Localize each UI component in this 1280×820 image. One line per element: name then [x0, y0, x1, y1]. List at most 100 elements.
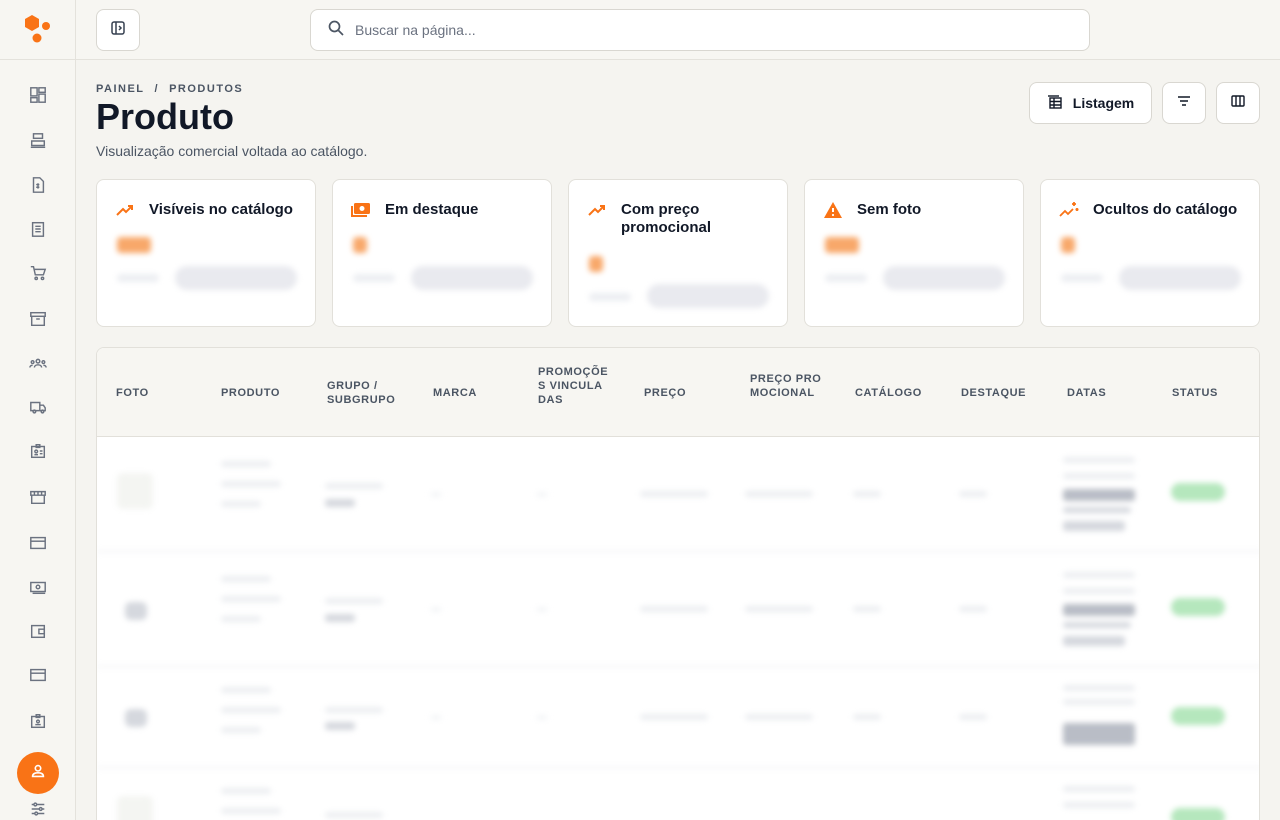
store-icon[interactable] — [28, 487, 48, 507]
dates-placeholder — [1063, 473, 1135, 479]
column-header-foto[interactable]: FOTO — [116, 386, 149, 400]
product-name-placeholder — [221, 596, 281, 602]
truck-icon[interactable] — [28, 397, 48, 417]
user-icon — [29, 762, 47, 785]
featured-placeholder — [959, 491, 987, 497]
breadcrumb-item-produtos[interactable]: PRODUTOS — [169, 83, 243, 95]
table-row[interactable] — [97, 552, 1259, 667]
users-icon[interactable] — [28, 353, 48, 373]
product-name-placeholder — [221, 616, 261, 622]
dates-placeholder — [1063, 489, 1135, 501]
column-header-preco-promocional[interactable]: PREÇO PROMOCIONAL — [750, 372, 822, 400]
card-icon[interactable] — [28, 533, 48, 553]
status-badge — [1171, 808, 1225, 820]
column-header-produto[interactable]: PRODUTO — [221, 386, 280, 400]
filter-button[interactable] — [1162, 82, 1206, 124]
wallet-icon[interactable] — [28, 621, 48, 641]
group-placeholder — [325, 812, 383, 818]
breadcrumb-item-painel[interactable]: PAINEL — [96, 83, 145, 95]
dates-placeholder — [1063, 604, 1135, 616]
topbar — [76, 0, 1280, 60]
app-logo[interactable] — [24, 14, 52, 44]
stat-card-caption — [589, 293, 631, 301]
table-header: FOTO PRODUTO GRUPO / SUBGRUPO MARCA PROM… — [97, 348, 1259, 437]
products-table: FOTO PRODUTO GRUPO / SUBGRUPO MARCA PROM… — [96, 347, 1260, 820]
table-row[interactable] — [97, 437, 1259, 552]
sidebar-toggle-button[interactable] — [96, 9, 140, 51]
product-name-placeholder — [221, 576, 271, 582]
credit-card-icon[interactable] — [28, 665, 48, 685]
status-badge — [1171, 598, 1225, 616]
column-header-preco[interactable]: PREÇO — [644, 386, 686, 400]
search-bar[interactable] — [310, 9, 1090, 51]
search-input[interactable] — [355, 22, 1035, 38]
cart-icon[interactable] — [28, 263, 48, 283]
stat-card-caption — [825, 274, 867, 282]
settings-sliders-icon[interactable] — [28, 799, 48, 819]
table-row[interactable] — [97, 667, 1259, 768]
product-name-placeholder — [221, 481, 281, 487]
status-badge — [1171, 483, 1225, 501]
sparkle-chart-icon — [1059, 200, 1081, 220]
stat-card-value — [589, 256, 603, 272]
money-stack-icon — [351, 200, 373, 220]
dashboard-icon[interactable] — [28, 85, 48, 105]
breadcrumb: PAINEL / PRODUTOS — [96, 83, 243, 95]
sidebar-toggle-icon — [110, 20, 126, 41]
status-badge — [1171, 707, 1225, 725]
page-subtitle: Visualização comercial voltada ao catálo… — [96, 143, 368, 159]
product-name-placeholder — [221, 501, 261, 507]
stat-card-pill — [883, 266, 1005, 290]
table-list-icon — [1047, 94, 1063, 113]
column-header-grupo[interactable]: GRUPO / SUBGRUPO — [327, 379, 407, 407]
stat-card-title: Visíveis no catálogo — [149, 201, 293, 218]
dates-placeholder — [1063, 588, 1135, 594]
product-name-placeholder — [221, 687, 271, 693]
columns-icon — [1230, 93, 1246, 114]
stat-card-value — [353, 237, 367, 253]
dates-placeholder — [1063, 786, 1135, 792]
column-header-destaque[interactable]: DESTAQUE — [961, 386, 1026, 400]
id-badge-icon[interactable] — [28, 441, 48, 461]
product-photo — [125, 602, 147, 620]
table-row[interactable] — [97, 768, 1259, 820]
dates-placeholder — [1063, 685, 1135, 691]
breadcrumb-separator: / — [154, 83, 160, 95]
product-name-placeholder — [221, 707, 281, 713]
product-photo — [117, 473, 153, 509]
listagem-label: Listagem — [1072, 95, 1135, 111]
dates-placeholder — [1063, 723, 1135, 745]
invoice-icon[interactable] — [28, 175, 48, 195]
stat-card-title: Com preço promocional — [621, 201, 712, 236]
column-header-datas[interactable]: DATAS — [1067, 386, 1106, 400]
search-icon — [311, 19, 345, 42]
group-placeholder — [325, 598, 383, 604]
subgroup-placeholder — [325, 499, 355, 507]
product-name-placeholder — [221, 727, 261, 733]
promo-price-placeholder — [745, 714, 813, 720]
dates-placeholder — [1063, 457, 1135, 463]
sidebar-divider — [0, 59, 76, 60]
dates-placeholder — [1063, 572, 1135, 578]
catalog-placeholder — [853, 714, 881, 720]
column-header-promocoes[interactable]: PROMOÇÕES VINCULADAS — [538, 365, 610, 407]
column-header-marca[interactable]: MARCA — [433, 386, 477, 400]
user-menu-button[interactable] — [17, 752, 59, 794]
dates-placeholder — [1063, 699, 1135, 705]
stat-card-destaque: Em destaque — [332, 179, 552, 327]
product-name-placeholder — [221, 788, 271, 794]
listagem-button[interactable]: Listagem — [1029, 82, 1152, 124]
archive-icon[interactable] — [28, 309, 48, 329]
column-header-status[interactable]: STATUS — [1172, 386, 1218, 400]
stat-card-pill — [411, 266, 533, 290]
stat-card-ocultos: Ocultos do catálogo — [1040, 179, 1260, 327]
cash-register-icon[interactable] — [28, 131, 48, 151]
column-header-catalogo[interactable]: CATÁLOGO — [855, 386, 922, 400]
clipboard-icon[interactable] — [28, 219, 48, 239]
dates-placeholder — [1063, 622, 1131, 628]
columns-button[interactable] — [1216, 82, 1260, 124]
badge-icon[interactable] — [28, 711, 48, 731]
stat-card-caption — [353, 274, 395, 282]
stat-card-value — [117, 237, 151, 253]
money-icon[interactable] — [28, 577, 48, 597]
